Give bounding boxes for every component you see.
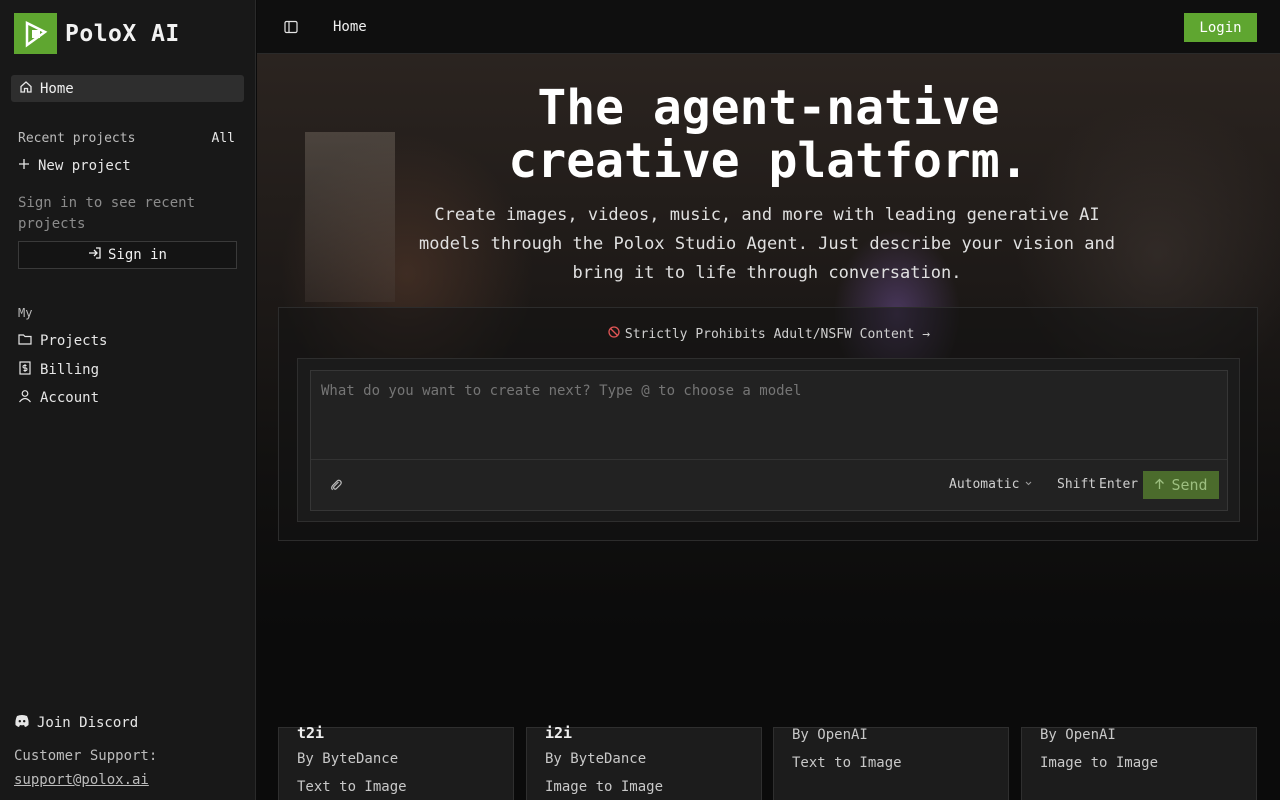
prohibited-icon [608, 326, 620, 342]
sidebar-item-billing[interactable]: Billing [18, 361, 99, 379]
sidebar-item-label: Billing [40, 362, 100, 378]
join-discord-link[interactable]: Join Discord [14, 714, 138, 732]
billing-icon [18, 361, 32, 379]
model-card-title: i2i [545, 724, 573, 742]
model-mode-value: Automatic [949, 477, 1020, 492]
arrow-up-icon [1154, 476, 1165, 494]
all-projects-link[interactable]: All [212, 131, 235, 146]
model-card[interactable]: t2i By ByteDance Text to Image [278, 724, 514, 800]
model-card-provider: By OpenAI [1040, 727, 1116, 743]
composer: Automatic Shift Enter Send [310, 370, 1228, 511]
discord-icon [14, 714, 30, 732]
model-card-provider: By ByteDance [297, 751, 399, 767]
new-project-button[interactable]: New project [18, 158, 131, 174]
brand[interactable]: PoloX AI [14, 13, 180, 54]
hero-subhead: Create images, videos, music, and more w… [419, 205, 1115, 283]
model-card-type: Text to Image [792, 755, 902, 771]
shift-key-hint: Shift [1057, 477, 1097, 492]
hero-headline: The agent-native creative platform. [257, 82, 1280, 188]
paperclip-icon[interactable] [329, 477, 343, 496]
model-card[interactable]: i2i By ByteDance Image to Image [526, 724, 762, 800]
brand-name: PoloX AI [65, 20, 180, 47]
sidebar-item-label: Projects [40, 333, 108, 349]
plus-icon [18, 158, 30, 174]
support-email-link[interactable]: support@polox.ai [14, 772, 149, 788]
composer-panel: Strictly Prohibits Adult/NSFW Content → … [278, 307, 1258, 541]
model-card-provider: By OpenAI [792, 727, 868, 743]
headline-line-2: creative platform. [508, 133, 1029, 189]
nsfw-notice-link[interactable]: Strictly Prohibits Adult/NSFW Content → [279, 326, 1259, 342]
sign-in-icon [88, 246, 102, 264]
model-card-type: Text to Image [297, 779, 407, 795]
model-card-type: Image to Image [545, 779, 664, 795]
toggle-sidebar-icon[interactable] [284, 19, 298, 38]
model-card[interactable]: By OpenAI Text to Image [773, 727, 1009, 800]
enter-key-hint: Enter [1099, 477, 1139, 492]
model-card-provider: By ByteDance [545, 751, 647, 767]
model-card[interactable]: By OpenAI Image to Image [1021, 727, 1257, 800]
polox-logo-icon [14, 13, 57, 54]
topbar: Home Login [257, 0, 1280, 54]
sign-in-button[interactable]: Sign in [18, 241, 237, 269]
customer-support-label: Customer Support: [14, 748, 158, 764]
main-content: Home Login The agent-native creative pla… [257, 0, 1280, 800]
model-card-title: t2i [297, 724, 325, 742]
sidebar-item-account[interactable]: Account [18, 389, 99, 407]
chevron-down-icon [1024, 477, 1033, 492]
model-mode-select[interactable]: Automatic [949, 477, 1033, 492]
sidebar-item-label: Home [40, 80, 74, 97]
folder-icon [18, 332, 32, 350]
composer-container: Automatic Shift Enter Send [297, 358, 1240, 522]
home-icon [19, 80, 33, 98]
join-discord-label: Join Discord [37, 715, 139, 731]
send-button[interactable]: Send [1143, 471, 1219, 499]
prompt-input[interactable] [321, 383, 1201, 399]
login-button[interactable]: Login [1184, 13, 1257, 42]
recent-projects-label: Recent projects [18, 131, 136, 146]
sidebar-item-label: Account [40, 390, 100, 406]
composer-divider [311, 459, 1227, 460]
new-project-label: New project [38, 158, 131, 174]
nsfw-notice-text: Strictly Prohibits Adult/NSFW Content → [624, 326, 931, 342]
send-label: Send [1171, 476, 1208, 494]
sidebar-item-home[interactable]: Home [11, 75, 244, 102]
sidebar: PoloX AI Home Recent projects All New pr… [0, 0, 256, 800]
my-section-label: My [18, 306, 33, 320]
user-icon [18, 389, 32, 407]
sidebar-item-projects[interactable]: Projects [18, 332, 107, 350]
signin-hint: Sign in to see recent projects [18, 195, 196, 232]
recent-projects-header: Recent projects All [18, 131, 235, 146]
model-card-type: Image to Image [1040, 755, 1159, 771]
breadcrumb: Home [333, 19, 367, 35]
sign-in-label: Sign in [107, 247, 167, 263]
headline-line-1: The agent-native [537, 80, 1000, 136]
